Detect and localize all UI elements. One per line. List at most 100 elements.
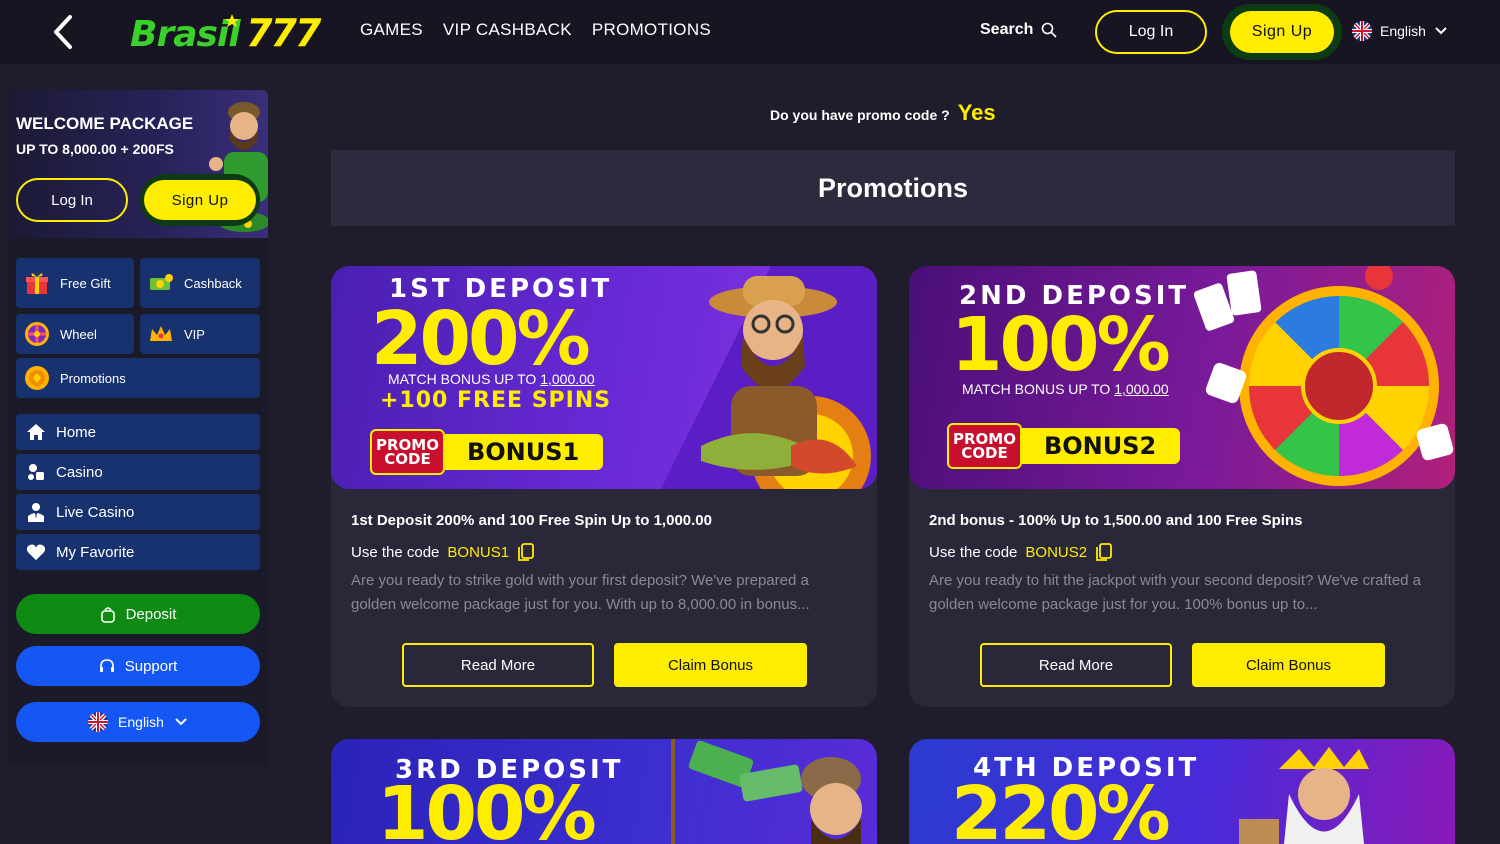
quick-promotions-label: Promotions [60, 370, 126, 386]
promo-2-read-more-button[interactable]: Read More [980, 643, 1172, 687]
search-label: Search [980, 21, 1034, 38]
sidebar-item-home-label: Home [56, 423, 97, 441]
header-language-select[interactable]: English [1352, 21, 1448, 41]
promo-2-description: Are you ready to hit the jackpot with yo… [929, 572, 1422, 613]
banner-1-amount: 1,000.00 [540, 371, 595, 387]
sidebar-signup-button[interactable]: Sign Up [140, 174, 260, 226]
banner-1-promo-label: PROMO CODE [370, 429, 445, 475]
quick-wheel-label: Wheel [60, 326, 97, 342]
chevron-down-icon [1435, 27, 1447, 35]
banner-3-percent: 100% [377, 771, 597, 844]
chevron-down-icon [175, 718, 187, 726]
nav-games[interactable]: GAMES [360, 20, 423, 40]
copy-icon[interactable] [1095, 542, 1113, 562]
headset-icon [99, 659, 114, 672]
welcome-title: WELCOME PACKAGE [16, 114, 194, 133]
header-language-label: English [1380, 23, 1426, 39]
promo-banner-3[interactable]: 3RD DEPOSIT 100% [331, 739, 877, 844]
promo-1-claim-button[interactable]: Claim Bonus [614, 643, 807, 687]
fisherman-character-image [671, 739, 862, 844]
banner-2-code-word: CODE [961, 444, 1008, 462]
quick-free-gift-label: Free Gift [60, 275, 111, 291]
promo-2-code-row: Use the code BONUS2 [929, 542, 1113, 562]
promo-1-title: 1st Deposit 200% and 100 Free Spin Up to… [351, 512, 712, 529]
sidebar-item-casino-label: Casino [56, 463, 103, 481]
promo-2-claim-button[interactable]: Claim Bonus [1192, 643, 1385, 687]
promo-2-title: 2nd bonus - 100% Up to 1,500.00 and 100 … [929, 512, 1303, 529]
support-label: Support [124, 657, 178, 675]
crown-icon [148, 321, 174, 347]
sidebar-item-my-favorite[interactable]: My Favorite [16, 534, 260, 570]
search-icon [1042, 22, 1057, 38]
page-title-bar: Promotions [331, 150, 1455, 226]
svg-text:Brasil: Brasil [130, 14, 241, 55]
nav-vip-cashback[interactable]: VIP CASHBACK [443, 20, 572, 40]
promo-yes-link[interactable]: Yes [958, 100, 996, 126]
welcome-package-panel: WELCOME PACKAGE UP TO 8,000.00 + 200FS L… [8, 90, 268, 238]
quick-free-gift[interactable]: Free Gift [16, 258, 134, 308]
promo-1-code-row: Use the code BONUS1 [351, 542, 535, 562]
promo-banner-2[interactable]: 2ND DEPOSIT 100% MATCH BONUS UP TO 1,000… [909, 266, 1455, 489]
brand-logo[interactable]: Brasil 777 [128, 8, 324, 56]
uk-flag-icon [88, 712, 109, 732]
sidebar-login-button[interactable]: Log In [16, 178, 128, 222]
gift-icon [24, 270, 50, 296]
banner-2-promo-label: PROMO CODE [947, 423, 1022, 469]
header-login-button[interactable]: Log In [1095, 10, 1207, 54]
home-icon [26, 422, 46, 442]
promo-banner-4[interactable]: 4TH DEPOSIT 220% [909, 739, 1455, 844]
banner-1-match: MATCH BONUS UP TO 1,000.00 [388, 371, 595, 387]
support-button[interactable]: Support [16, 646, 260, 686]
quick-vip-label: VIP [184, 326, 205, 342]
promo-question-text: Do you have promo code ? [770, 107, 950, 123]
promo-code-question: Do you have promo code ? Yes [770, 100, 996, 126]
promotions-icon [24, 365, 50, 391]
banner-2-amount: 1,000.00 [1114, 381, 1169, 397]
sidebar-item-live-casino[interactable]: Live Casino [16, 494, 260, 530]
welcome-subtitle: UP TO 8,000.00 + 200FS [16, 141, 174, 157]
search-button[interactable]: Search [980, 21, 1057, 39]
quick-wheel[interactable]: Wheel [16, 314, 134, 354]
banner-1-percent: 200% [371, 296, 591, 382]
copy-icon[interactable] [517, 542, 535, 562]
casino-icon [26, 462, 46, 482]
deposit-button[interactable]: Deposit [16, 594, 260, 634]
dealer-icon [26, 502, 46, 522]
sidebar-language-label: English [118, 714, 164, 730]
promo-1-code: BONUS1 [447, 543, 510, 561]
quick-promotions[interactable]: Promotions [16, 358, 260, 398]
uk-flag-icon [1352, 21, 1372, 41]
sidebar-item-home[interactable]: Home [16, 414, 260, 450]
promo-card-2: 2ND DEPOSIT 100% MATCH BONUS UP TO 1,000… [909, 266, 1455, 707]
sidebar-item-my-favorite-label: My Favorite [56, 543, 135, 561]
back-arrow-icon[interactable] [48, 14, 80, 50]
quick-cashback[interactable]: Cashback [140, 258, 260, 308]
quick-cashback-label: Cashback [184, 275, 242, 291]
wallet-icon [100, 607, 115, 623]
cashback-icon [148, 270, 174, 296]
promo-1-description: Are you ready to strike gold with your f… [351, 572, 810, 613]
banner-4-percent: 220% [951, 771, 1171, 844]
banner-2-percent: 100% [951, 302, 1171, 388]
svg-text:777: 777 [246, 11, 322, 55]
promo-card-1: 1ST DEPOSIT 200% MATCH BONUS UP TO 1,000… [331, 266, 877, 707]
nav-promotions[interactable]: PROMOTIONS [592, 20, 711, 40]
banner-1-code-word: CODE [384, 450, 431, 468]
header-signup-button[interactable]: Sign Up [1222, 4, 1342, 60]
banner-2-match: MATCH BONUS UP TO 1,000.00 [962, 381, 1169, 397]
banner-1-spins: +100 FREE SPINS [380, 388, 612, 413]
main-nav: GAMES VIP CASHBACK PROMOTIONS [360, 20, 711, 40]
promo-1-code-label: Use the code [351, 543, 440, 561]
banner-2-match-text: MATCH BONUS UP TO [962, 381, 1111, 397]
sidebar-language-select[interactable]: English [16, 702, 260, 742]
promo-2-code: BONUS2 [1025, 543, 1088, 561]
quick-vip[interactable]: VIP [140, 314, 260, 354]
promo-card-3: 3RD DEPOSIT 100% [331, 739, 877, 844]
sidebar-item-casino[interactable]: Casino [16, 454, 260, 490]
header-signup-label: Sign Up [1230, 11, 1334, 53]
top-bar: Brasil 777 GAMES VIP CASHBACK PROMOTIONS… [0, 0, 1500, 64]
sidebar-signup-label: Sign Up [144, 180, 256, 220]
promo-banner-1[interactable]: 1ST DEPOSIT 200% MATCH BONUS UP TO 1,000… [331, 266, 877, 489]
promo-2-code-label: Use the code [929, 543, 1018, 561]
promo-1-read-more-button[interactable]: Read More [402, 643, 594, 687]
